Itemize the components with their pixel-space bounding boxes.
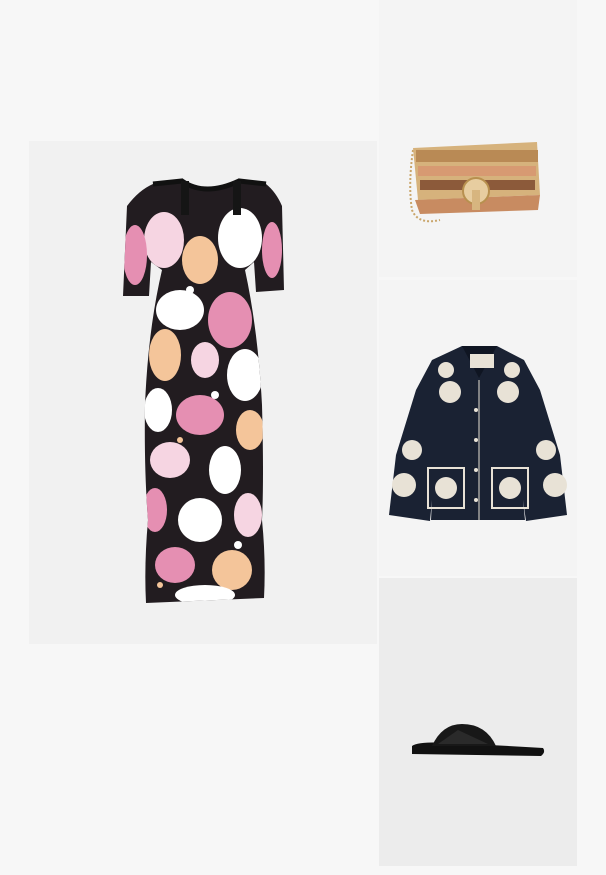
bag-panel[interactable]: [379, 0, 577, 277]
sandal-panel[interactable]: [379, 578, 577, 866]
dress-panel[interactable]: [29, 141, 377, 644]
jacket-panel[interactable]: [379, 280, 577, 576]
